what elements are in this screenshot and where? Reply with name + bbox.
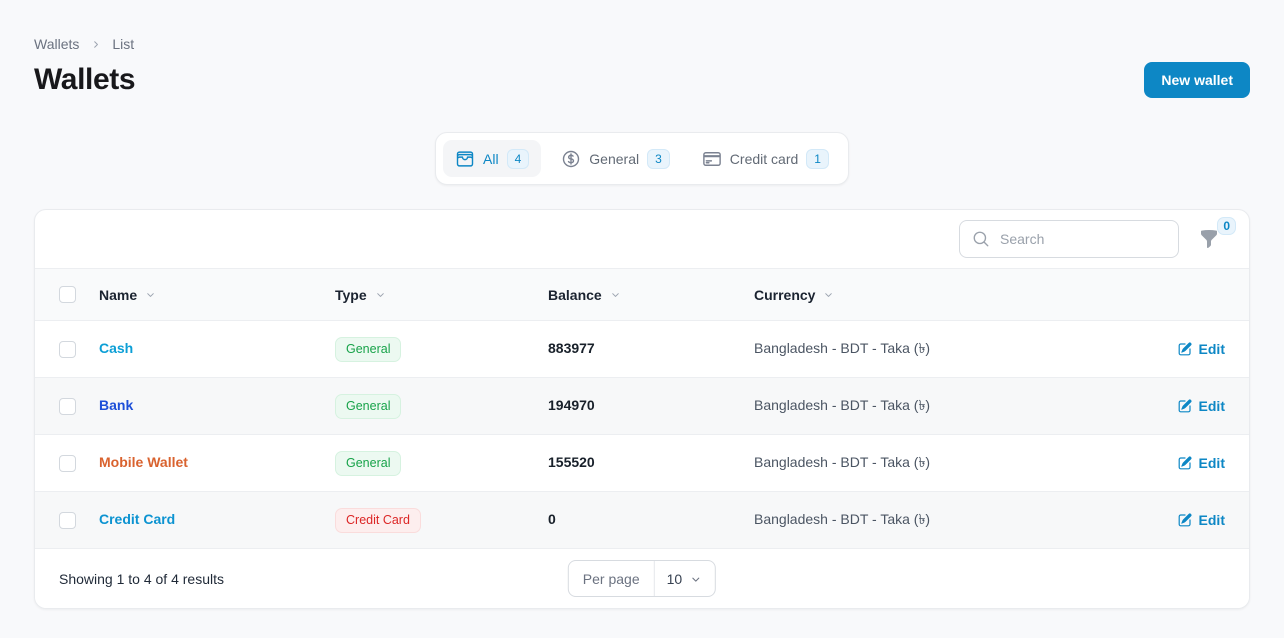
currency-value: Bangladesh - BDT - Taka (৳) <box>754 340 931 356</box>
per-page-label: Per page <box>582 570 640 587</box>
tabs-wrap: All 4 General 3 Credit card 1 <box>34 132 1250 185</box>
row-checkbox-cell <box>59 340 99 358</box>
row-checkbox[interactable] <box>59 454 76 472</box>
row-checkbox-cell <box>59 511 99 529</box>
table-body: Cash General 883977 Bangladesh - BDT - T… <box>35 321 1249 549</box>
tab-count-badge: 1 <box>806 148 829 169</box>
tab-label: General <box>589 150 640 167</box>
page-header: Wallets New wallet <box>34 62 1250 98</box>
column-header-balance[interactable]: Balance <box>548 287 754 303</box>
breadcrumb-list[interactable]: List <box>112 36 134 52</box>
row-checkbox[interactable] <box>59 340 76 358</box>
column-header-currency[interactable]: Currency <box>754 287 1125 303</box>
tab-count-badge: 4 <box>506 148 530 169</box>
table-row: Mobile Wallet General 155520 Bangladesh … <box>35 435 1249 492</box>
chevron-right-icon <box>89 38 102 51</box>
select-all-checkbox[interactable] <box>59 286 76 303</box>
search-icon <box>973 231 989 247</box>
tab-count-badge: 3 <box>647 148 670 169</box>
edit-action[interactable]: Edit <box>1177 341 1225 357</box>
table-header-row: Name Type Balance Currency <box>35 269 1249 321</box>
edit-action[interactable]: Edit <box>1177 398 1225 414</box>
currency-value: Bangladesh - BDT - Taka (৳) <box>754 397 931 413</box>
sort-chevron-down-icon <box>147 293 154 297</box>
credit-card-icon <box>702 151 721 166</box>
row-checkbox[interactable] <box>59 397 76 415</box>
balance-value: 0 <box>548 511 556 527</box>
wallets-list-page: Wallets List Wallets New wallet All 4 Ge… <box>0 0 1284 609</box>
tab-item[interactable]: Credit card 1 <box>690 140 841 177</box>
pencil-square-icon <box>1178 513 1192 527</box>
balance-value: 155520 <box>548 454 595 470</box>
funnel-icon <box>1201 230 1217 249</box>
table-row: Bank General 194970 Bangladesh - BDT - T… <box>35 378 1249 435</box>
type-badge: Credit Card <box>335 507 421 533</box>
edit-label: Edit <box>1198 455 1225 471</box>
wallet-icon <box>456 150 474 167</box>
wallet-name-link[interactable]: Cash <box>99 340 133 356</box>
tab-item[interactable]: All 4 <box>443 140 542 177</box>
edit-action[interactable]: Edit <box>1177 512 1225 528</box>
pencil-square-icon <box>1178 342 1192 356</box>
edit-label: Edit <box>1198 398 1225 414</box>
tab-label: All <box>483 150 499 167</box>
sort-chevron-down-icon <box>825 293 833 297</box>
balance-value: 883977 <box>548 340 595 356</box>
breadcrumb: Wallets List <box>34 0 1250 52</box>
per-page-value: 10 <box>666 570 683 587</box>
row-checkbox-cell <box>59 397 99 415</box>
type-badge: General <box>335 450 402 476</box>
wallet-name-link[interactable]: Credit Card <box>99 511 175 527</box>
search-input[interactable] <box>998 230 1166 248</box>
tab-item[interactable]: General 3 <box>549 140 682 177</box>
search-box[interactable] <box>959 220 1179 258</box>
column-header-name[interactable]: Name <box>99 287 335 303</box>
pencil-square-icon <box>1178 456 1192 470</box>
edit-label: Edit <box>1198 341 1225 357</box>
table-toolbar: 0 <box>35 210 1249 269</box>
per-page-select[interactable]: 10 <box>653 561 716 596</box>
wallet-name-link[interactable]: Mobile Wallet <box>99 454 188 470</box>
per-page-control[interactable]: Per page 10 <box>567 560 717 597</box>
sort-chevron-down-icon <box>611 293 619 297</box>
row-checkbox-cell <box>59 454 99 472</box>
tabs: All 4 General 3 Credit card 1 <box>435 132 849 185</box>
currency-value: Bangladesh - BDT - Taka (৳) <box>754 454 931 470</box>
wallet-name-link[interactable]: Bank <box>99 397 133 413</box>
filter-button[interactable]: 0 <box>1195 217 1236 253</box>
tab-label: Credit card <box>729 150 799 167</box>
page-title: Wallets <box>34 63 136 96</box>
row-checkbox[interactable] <box>59 511 76 529</box>
wallets-table-card: 0 Name Type Balance Currency <box>34 209 1250 609</box>
type-badge: General <box>335 393 402 419</box>
column-header-type[interactable]: Type <box>335 287 548 303</box>
table-row: Cash General 883977 Bangladesh - BDT - T… <box>35 321 1249 378</box>
type-badge: General <box>335 336 402 362</box>
edit-action[interactable]: Edit <box>1177 455 1225 471</box>
header-checkbox-cell <box>59 286 99 303</box>
edit-label: Edit <box>1198 512 1225 528</box>
new-wallet-button[interactable]: New wallet <box>1144 62 1250 98</box>
balance-value: 194970 <box>548 397 595 413</box>
table-footer: Showing 1 to 4 of 4 results Per page 10 <box>35 549 1249 608</box>
currency-dollar-icon <box>563 150 580 167</box>
breadcrumb-wallets[interactable]: Wallets <box>34 36 79 52</box>
currency-value: Bangladesh - BDT - Taka (৳) <box>754 511 931 527</box>
sort-chevron-down-icon <box>376 293 384 297</box>
results-summary: Showing 1 to 4 of 4 results <box>59 570 224 587</box>
chevron-down-icon <box>692 577 700 582</box>
pencil-square-icon <box>1178 399 1192 413</box>
filter-count-badge: 0 <box>1217 217 1236 235</box>
table-row: Credit Card Credit Card 0 Bangladesh - B… <box>35 492 1249 549</box>
